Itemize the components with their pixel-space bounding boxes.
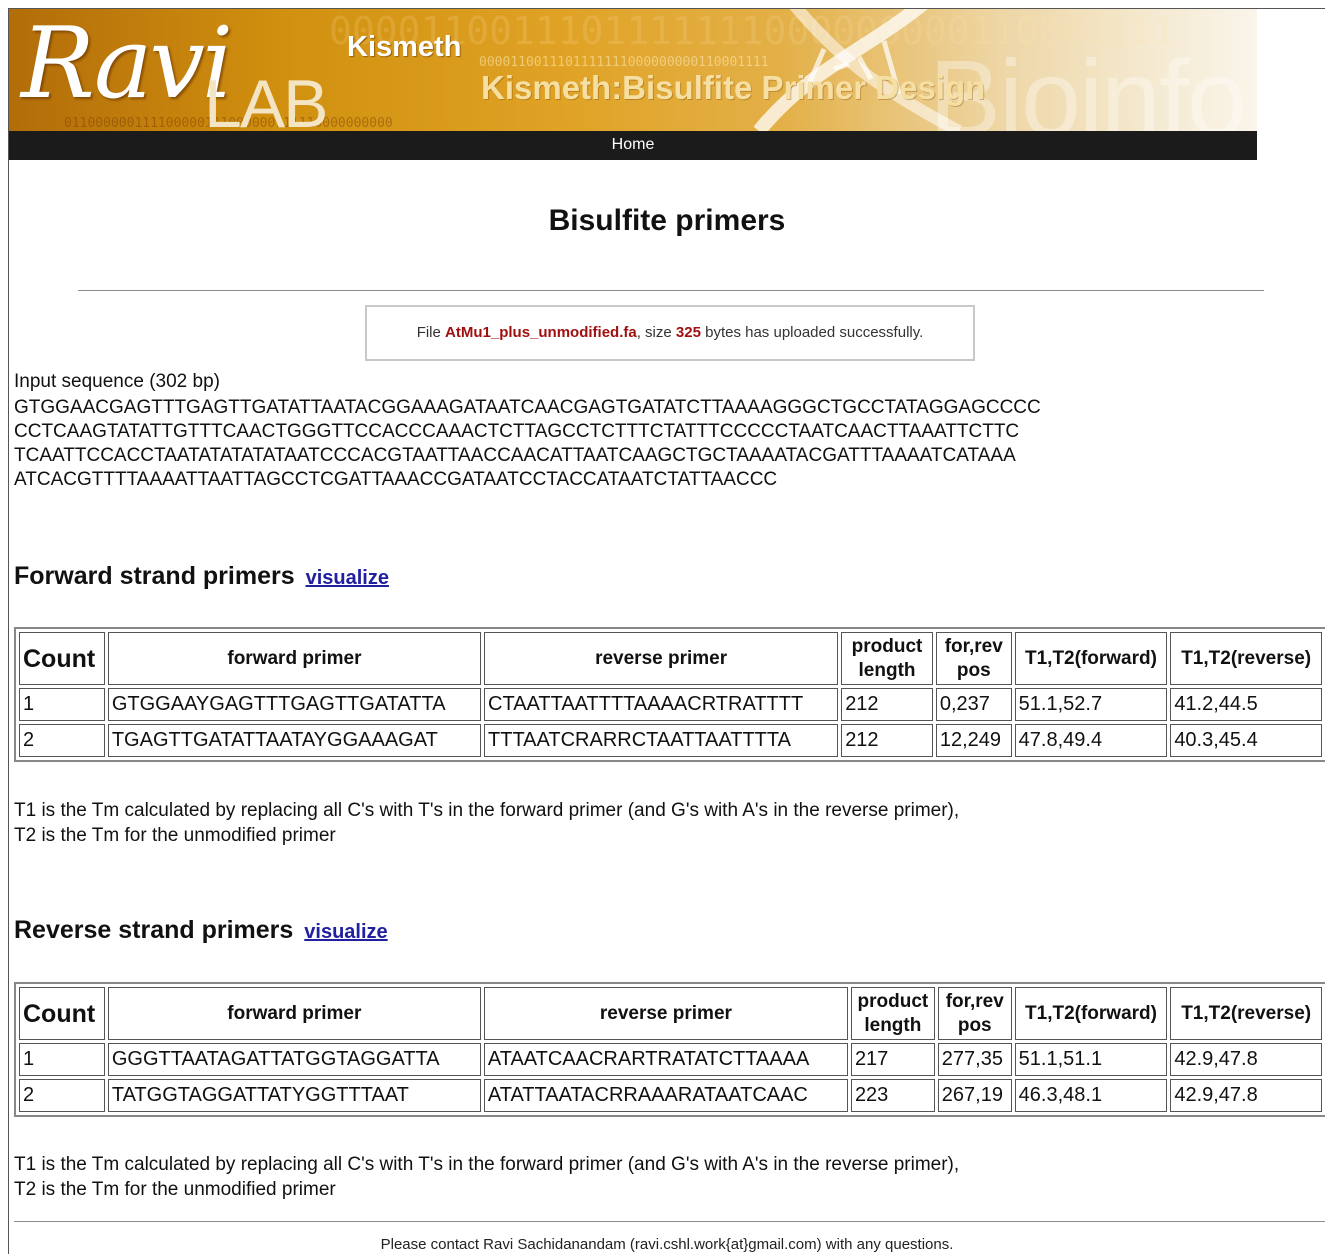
- input-sequence-label: Input sequence (302 bp): [14, 371, 220, 392]
- tm-note-line-1: T1 is the Tm calculated by replacing all…: [14, 1154, 960, 1175]
- tm-note-line-2: T2 is the Tm for the unmodified primer: [14, 1179, 336, 1200]
- app-subtitle: Kismeth:Bisulfite Primer Design: [481, 69, 986, 106]
- cell-reverse-primer: CTAATTAATTTTAAAACRTRATTTT: [484, 688, 839, 721]
- cell-forward-primer: TGAGTTGATATTAATAYGGAAAGAT: [107, 724, 482, 757]
- cell-count: 2: [19, 1079, 105, 1112]
- col-header-reverse-primer: reverse primer: [483, 987, 848, 1040]
- divider: [78, 290, 1264, 291]
- cell-for-rev-pos: 0,237: [935, 688, 1012, 721]
- table-row: 1 GTGGAAYGAGTTTGAGTTGATATTA CTAATTAATTTT…: [19, 688, 1322, 721]
- cell-product-length: 212: [841, 724, 933, 757]
- col-header-forward-primer: forward primer: [107, 632, 482, 685]
- nav-home-link[interactable]: Home: [612, 136, 655, 153]
- footer-contact: Please contact Ravi Sachidanandam (ravi.…: [380, 1236, 954, 1253]
- banner-binary-top: 0000110011101111111000000000110001111: [479, 55, 769, 70]
- reverse-primers-table: Count forward primer reverse primer prod…: [14, 982, 1325, 1117]
- col-header-reverse-primer: reverse primer: [484, 632, 839, 685]
- header-banner: 0000110011101111111000000000110001111 00…: [9, 9, 1257, 131]
- tm-note-line-2: T2 is the Tm for the unmodified primer: [14, 825, 336, 846]
- col-header-t1t2-forward: T1,T2(forward): [1014, 987, 1168, 1040]
- cell-for-rev-pos: 267,19: [937, 1079, 1012, 1112]
- col-header-product-length: product length: [850, 987, 935, 1040]
- cell-t1t2-reverse: 42.9,47.8: [1170, 1079, 1322, 1112]
- table-row: 2 TATGGTAGGATTATYGGTTTAAT ATATTAATACRRAA…: [19, 1079, 1322, 1112]
- reverse-tm-note: T1 is the Tm calculated by replacing all…: [14, 1152, 959, 1202]
- cell-t1t2-forward: 46.3,48.1: [1014, 1079, 1168, 1112]
- col-header-t1t2-reverse: T1,T2(reverse): [1170, 632, 1322, 685]
- cell-t1t2-forward: 51.1,51.1: [1014, 1043, 1168, 1076]
- col-header-for-rev-pos: for,rev pos: [935, 632, 1012, 685]
- cell-forward-primer: GGGTTAATAGATTATGGTAGGATTA: [107, 1043, 481, 1076]
- forward-tm-note: T1 is the Tm calculated by replacing all…: [14, 798, 959, 848]
- upload-suffix: bytes has uploaded successfully.: [700, 324, 924, 341]
- nav-bar: Home: [9, 131, 1257, 160]
- cell-for-rev-pos: 12,249: [935, 724, 1012, 757]
- cell-reverse-primer: ATAATCAACRARTRATATCTTAAAA: [483, 1043, 848, 1076]
- logo-lab: LAB: [204, 66, 329, 131]
- cell-t1t2-reverse: 41.2,44.5: [1170, 688, 1322, 721]
- upload-filename: AtMu1_plus_unmodified.fa: [445, 324, 637, 341]
- cell-t1t2-forward: 47.8,49.4: [1014, 724, 1168, 757]
- tm-note-line-1: T1 is the Tm calculated by replacing all…: [14, 800, 960, 821]
- cell-t1t2-reverse: 42.9,47.8: [1170, 1043, 1322, 1076]
- upload-middle: , size: [636, 324, 676, 341]
- forward-strand-heading: Forward strand primers visualize: [14, 562, 389, 591]
- sequence-line: TCAATTCCACCTAATATATATATAATCCCACGTAATTAAC…: [14, 445, 1016, 466]
- cell-t1t2-forward: 51.1,52.7: [1014, 688, 1168, 721]
- cell-count: 1: [19, 688, 105, 721]
- upload-size: 325: [675, 324, 701, 341]
- reverse-heading-text: Reverse strand primers: [14, 916, 294, 944]
- upload-prefix: File: [416, 324, 446, 341]
- cell-for-rev-pos: 277,35: [937, 1043, 1012, 1076]
- sequence-line: ATCACGTTTTAAAATTAATTAGCCTCGATTAAACCGATAA…: [14, 469, 778, 490]
- cell-count: 1: [19, 1043, 105, 1076]
- forward-heading-text: Forward strand primers: [14, 562, 295, 590]
- cell-t1t2-reverse: 40.3,45.4: [1170, 724, 1322, 757]
- table-header-row: Count forward primer reverse primer prod…: [19, 987, 1322, 1040]
- cell-reverse-primer: TTTAATCRARRCTAATTAATTTTA: [484, 724, 839, 757]
- cell-product-length: 212: [841, 688, 933, 721]
- sequence-line: CCTCAAGTATATTGTTTCAACTGGGTTCCACCCAAACTCT…: [14, 421, 1020, 442]
- col-header-count: Count: [19, 987, 105, 1040]
- cell-count: 2: [19, 724, 105, 757]
- upload-status-box: File AtMu1_plus_unmodified.fa, size 325 …: [365, 305, 975, 361]
- table-row: 1 GGGTTAATAGATTATGGTAGGATTA ATAATCAACRAR…: [19, 1043, 1322, 1076]
- footer-divider: [14, 1221, 1325, 1222]
- input-sequence: GTGGAACGAGTTTGAGTTGATATTAATACGGAAAGATAAT…: [14, 396, 1041, 492]
- reverse-visualize-link[interactable]: visualize: [304, 921, 387, 943]
- logo-ravi-script: Ravi: [21, 9, 233, 121]
- cell-product-length: 223: [850, 1079, 935, 1112]
- sequence-line: GTGGAACGAGTTTGAGTTGATATTAATACGGAAAGATAAT…: [14, 397, 1041, 418]
- reverse-strand-heading: Reverse strand primers visualize: [14, 916, 388, 945]
- forward-visualize-link[interactable]: visualize: [306, 567, 389, 589]
- cell-product-length: 217: [850, 1043, 935, 1076]
- cell-reverse-primer: ATATTAATACRRAAARATAATCAAC: [483, 1079, 848, 1112]
- forward-primers-table: Count forward primer reverse primer prod…: [14, 627, 1325, 762]
- col-header-count: Count: [19, 632, 105, 685]
- page-title: Bisulfite primers: [548, 204, 786, 237]
- col-header-forward-primer: forward primer: [107, 987, 481, 1040]
- cell-forward-primer: GTGGAAYGAGTTTGAGTTGATATTA: [107, 688, 482, 721]
- col-header-t1t2-reverse: T1,T2(reverse): [1170, 987, 1322, 1040]
- table-row: 2 TGAGTTGATATTAATAYGGAAAGAT TTTAATCRARRC…: [19, 724, 1322, 757]
- table-header-row: Count forward primer reverse primer prod…: [19, 632, 1322, 685]
- app-name: Kismeth: [347, 31, 462, 63]
- col-header-for-rev-pos: for,rev pos: [937, 987, 1012, 1040]
- col-header-t1t2-forward: T1,T2(forward): [1014, 632, 1168, 685]
- cell-forward-primer: TATGGTAGGATTATYGGTTTAAT: [107, 1079, 481, 1112]
- col-header-product-length: product length: [841, 632, 933, 685]
